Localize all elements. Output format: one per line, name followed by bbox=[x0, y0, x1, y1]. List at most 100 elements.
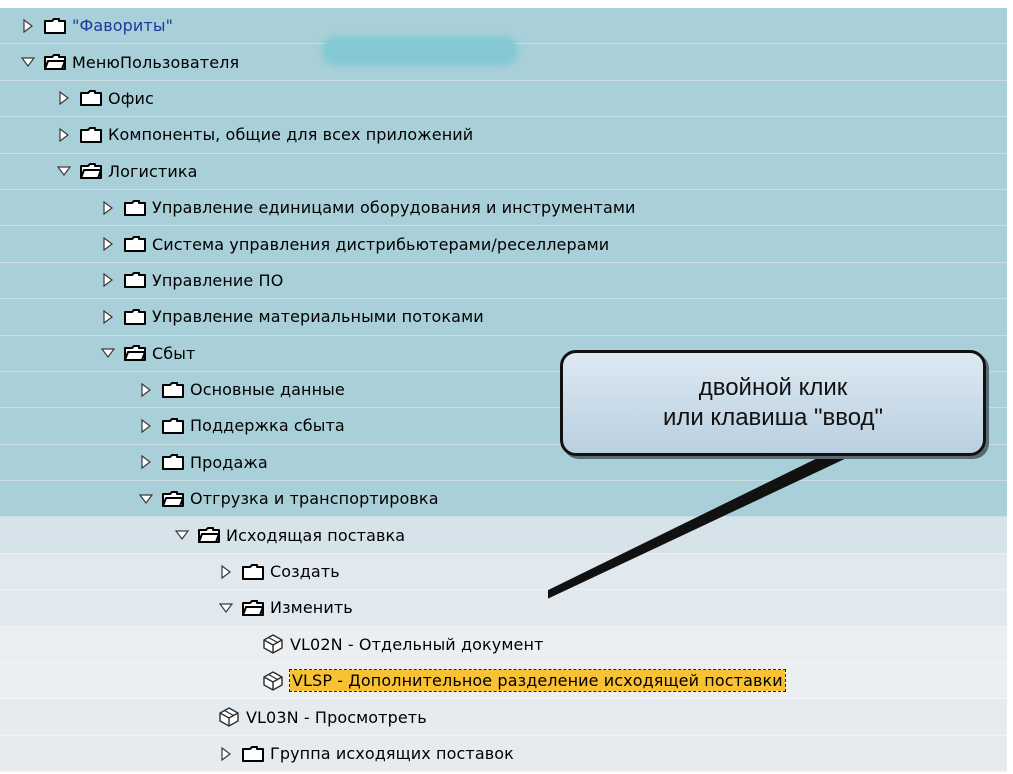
tree-node-folder[interactable]: Управление единицами оборудования и инст… bbox=[0, 189, 1007, 227]
folder-icon bbox=[162, 381, 184, 398]
tree-node-label: МенюПользователя bbox=[72, 52, 240, 72]
redacted-username bbox=[322, 36, 518, 66]
tree-node-label: Поддержка сбыта bbox=[190, 416, 345, 436]
tree-node-folder[interactable]: Логистика bbox=[0, 153, 1007, 190]
expand-triangle-icon[interactable] bbox=[138, 382, 154, 398]
transaction-cube-icon bbox=[219, 707, 239, 727]
tree-node-content: VL03N - Просмотреть bbox=[218, 699, 427, 734]
tree-node-folder[interactable]: Поддержка сбыта bbox=[0, 408, 1007, 445]
tree-node-label: Компоненты, общие для всех приложений bbox=[108, 125, 474, 145]
tree-node-content: Поддержка сбыта bbox=[138, 408, 345, 443]
expand-triangle-icon[interactable] bbox=[100, 236, 116, 252]
tree-node-label: "Фавориты" bbox=[72, 16, 174, 36]
tree-node-folder[interactable]: Система управления дистрибьютерами/ресел… bbox=[0, 226, 1007, 263]
folder-icon bbox=[124, 236, 146, 253]
tree-node-label: Управление ПО bbox=[152, 270, 284, 290]
tree-node-content: VLSP - Дополнительное разделение исходящ… bbox=[262, 663, 786, 698]
expand-triangle-icon[interactable] bbox=[100, 272, 116, 288]
tree-node-label: Создать bbox=[270, 562, 340, 582]
expand-triangle-icon[interactable] bbox=[138, 454, 154, 470]
folder-icon bbox=[44, 17, 66, 34]
expand-triangle-icon[interactable] bbox=[218, 564, 234, 580]
tree-node-label: Группа исходящих поставок bbox=[270, 744, 514, 763]
tree-node-label: Система управления дистрибьютерами/ресел… bbox=[152, 234, 610, 254]
tree-node-label: VL03N - Просмотреть bbox=[246, 707, 427, 727]
expand-triangle-icon[interactable] bbox=[56, 90, 72, 106]
folder-icon bbox=[124, 308, 146, 325]
folder-icon bbox=[242, 563, 264, 580]
tree-node-label: Отгрузка и транспортировка bbox=[190, 489, 439, 509]
tree-node-content: Управление единицами оборудования и инст… bbox=[100, 190, 636, 225]
tree-node-content: "Фавориты" bbox=[20, 8, 173, 43]
folder-open-icon bbox=[162, 490, 184, 507]
folder-icon bbox=[80, 90, 102, 107]
tree-node-content: МенюПользователя bbox=[20, 44, 239, 79]
tree-node-folder[interactable]: Сбыт bbox=[0, 335, 1007, 372]
tree-node-content: Группа исходящих поставок bbox=[218, 736, 514, 771]
tree-node-content: VL02N - Отдельный документ bbox=[262, 627, 543, 662]
folder-icon bbox=[124, 199, 146, 216]
tree-node-content: Продажа bbox=[138, 445, 268, 480]
tree-node-label: Продажа bbox=[190, 452, 268, 472]
folder-icon bbox=[242, 745, 264, 762]
tree-node-folder[interactable]: Отгрузка и транспортировка bbox=[0, 481, 1007, 518]
tree-node-content: Основные данные bbox=[138, 372, 345, 407]
tree-node-folder[interactable]: Создать bbox=[0, 553, 1007, 591]
tree-node-folder[interactable]: Группа исходящих поставок bbox=[0, 735, 1007, 773]
folder-open-icon bbox=[124, 345, 146, 362]
expand-triangle-icon[interactable] bbox=[20, 18, 36, 34]
tree-node-content: Логистика bbox=[56, 154, 198, 189]
collapse-triangle-icon[interactable] bbox=[56, 163, 72, 179]
tree-node-content: Компоненты, общие для всех приложений bbox=[56, 117, 473, 152]
tree-node-content: Отгрузка и транспортировка bbox=[138, 481, 439, 516]
folder-open-icon bbox=[80, 163, 102, 180]
tree-node-transaction[interactable]: VL02N - Отдельный документ bbox=[0, 626, 1007, 664]
tree-node-content: Сбыт bbox=[100, 336, 195, 371]
tree-node-label: VL02N - Отдельный документ bbox=[290, 634, 544, 654]
transaction-cube-icon bbox=[263, 634, 283, 655]
tree-node-content: Изменить bbox=[218, 590, 353, 625]
folder-open-icon bbox=[242, 599, 264, 616]
menu-tree: "Фавориты" МенюПользователя Офис Компоненты… bbox=[0, 8, 1007, 773]
tree-node-folder[interactable]: Основные данные bbox=[0, 371, 1007, 409]
tree-node-folder[interactable]: Продажа bbox=[0, 444, 1007, 482]
tree-node-label: Управление единицами оборудования и инст… bbox=[152, 198, 636, 218]
collapse-triangle-icon[interactable] bbox=[100, 345, 116, 361]
expand-triangle-icon[interactable] bbox=[138, 418, 154, 434]
tree-node-folder[interactable]: Компоненты, общие для всех приложений bbox=[0, 117, 1007, 154]
tree-node-content: Управление материальными потоками bbox=[100, 299, 484, 334]
tree-node-label: Управление материальными потоками bbox=[152, 307, 484, 327]
expand-triangle-icon[interactable] bbox=[100, 200, 116, 216]
folder-open-icon bbox=[44, 54, 66, 71]
tree-node-folder[interactable]: Офис bbox=[0, 80, 1007, 118]
tree-node-label: Исходящая поставка bbox=[226, 525, 406, 545]
tree-node-content: Управление ПО bbox=[100, 263, 283, 298]
tree-node-label: Изменить bbox=[270, 598, 353, 618]
transaction-cube-icon bbox=[263, 670, 283, 691]
tree-node-transaction[interactable]: VL03N - Просмотреть bbox=[0, 699, 1007, 736]
tree-node-folder[interactable]: Исходящая поставка bbox=[0, 517, 1007, 554]
tree-node-label: Основные данные bbox=[190, 380, 345, 400]
tree-node-folder[interactable]: Управление материальными потоками bbox=[0, 299, 1007, 336]
collapse-triangle-icon[interactable] bbox=[138, 491, 154, 507]
expand-triangle-icon[interactable] bbox=[218, 746, 234, 762]
folder-open-icon bbox=[198, 527, 220, 544]
tree-node-label: Офис bbox=[108, 88, 154, 108]
tree-node-content: Исходящая поставка bbox=[174, 517, 405, 552]
tree-node-label: Логистика bbox=[108, 161, 198, 181]
folder-icon bbox=[124, 272, 146, 289]
tree-node-label: VLSP - Дополнительное разделение исходящ… bbox=[289, 669, 786, 693]
tree-node-content: Офис bbox=[56, 81, 154, 116]
folder-icon bbox=[162, 417, 184, 434]
collapse-triangle-icon[interactable] bbox=[218, 600, 234, 616]
tree-node-content: Создать bbox=[218, 554, 340, 589]
collapse-triangle-icon[interactable] bbox=[20, 54, 36, 70]
tree-node-folder[interactable]: Изменить bbox=[0, 590, 1007, 627]
tree-node-label: Сбыт bbox=[152, 343, 196, 363]
collapse-triangle-icon[interactable] bbox=[174, 527, 190, 543]
expand-triangle-icon[interactable] bbox=[100, 309, 116, 325]
tree-node-transaction[interactable]: VLSP - Дополнительное разделение исходящ… bbox=[0, 663, 1007, 700]
tree-node-content: Система управления дистрибьютерами/ресел… bbox=[100, 226, 609, 261]
tree-node-folder[interactable]: Управление ПО bbox=[0, 262, 1007, 300]
expand-triangle-icon[interactable] bbox=[56, 127, 72, 143]
